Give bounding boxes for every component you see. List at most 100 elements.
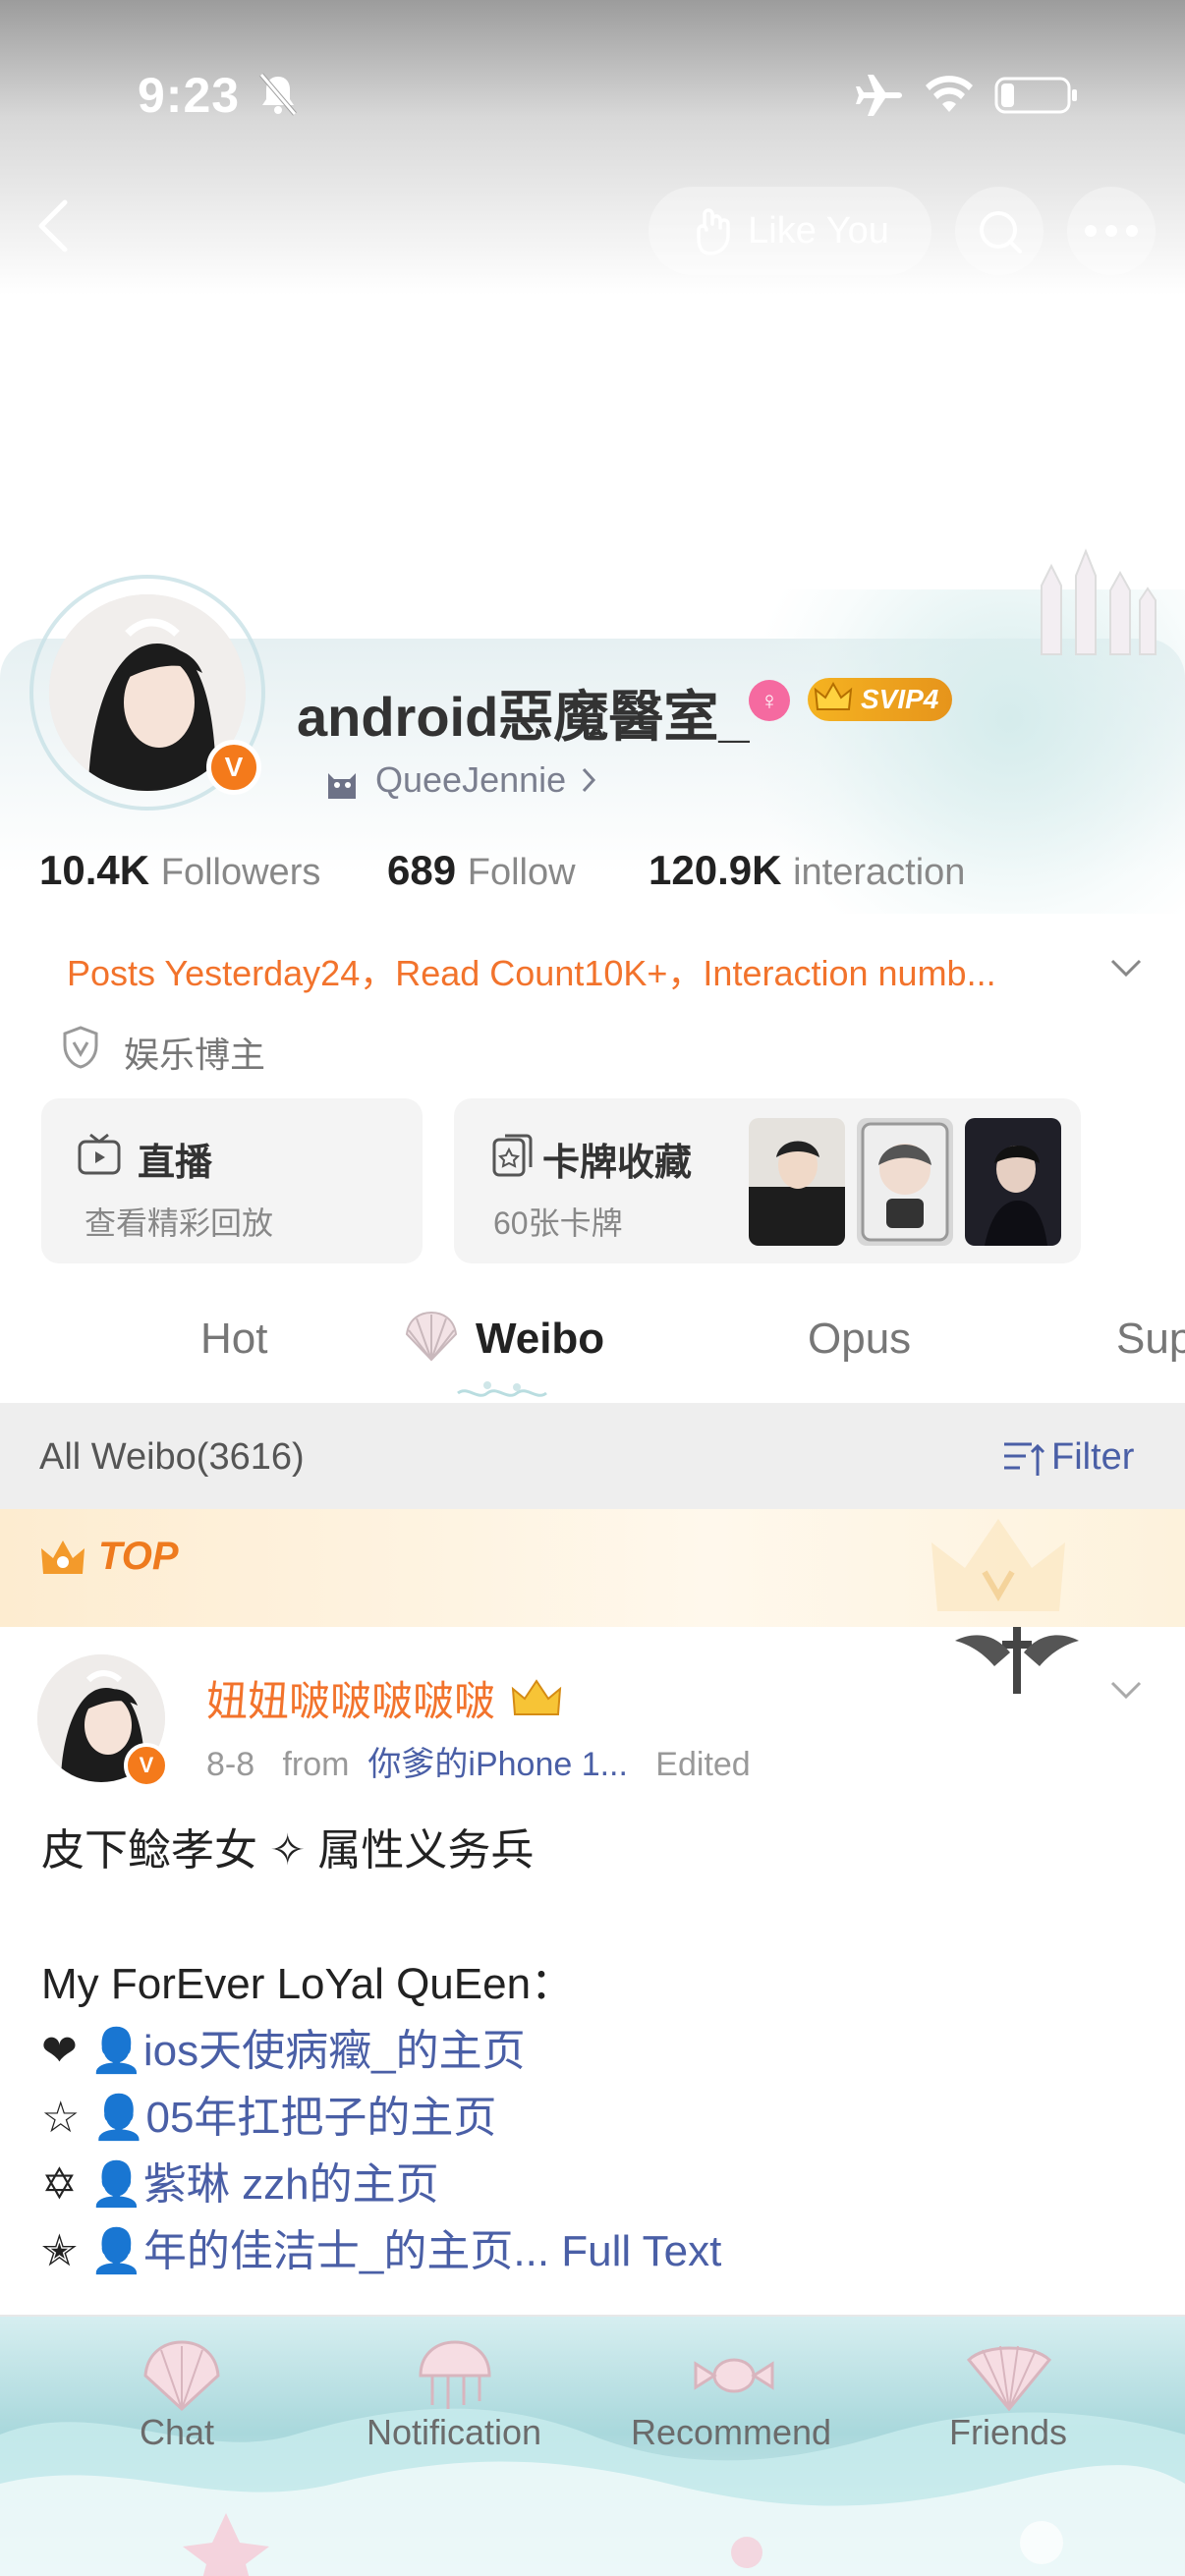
mention-bullet: ✡ bbox=[41, 2160, 78, 2209]
tab-super-topic[interactable]: Sup bbox=[1116, 1315, 1185, 1364]
category-label: 娱乐博主 bbox=[124, 1035, 266, 1075]
post-verified-badge: V bbox=[124, 1743, 169, 1788]
post-menu-chevron-icon[interactable] bbox=[1106, 1670, 1146, 1709]
mention-row: ✭ 👤年的佳洁士_的主页... Full Text bbox=[41, 2218, 1161, 2285]
card-collection-icon bbox=[492, 1134, 533, 1177]
filter-label: Filter bbox=[1051, 1436, 1135, 1478]
nav-chat[interactable]: Chat bbox=[49, 2412, 305, 2453]
followers-count: 10.4K bbox=[39, 847, 150, 893]
post-body[interactable]: 皮下鲶孝女 ✧ 属性义务兵 My ForEver LoYal QuEen： ❤ … bbox=[41, 1818, 1161, 2285]
full-text-link[interactable]: Full Text bbox=[561, 2227, 721, 2275]
card-thumbnail[interactable] bbox=[965, 1118, 1061, 1246]
card-thumbnail[interactable] bbox=[857, 1118, 953, 1246]
crown-watermark-icon bbox=[931, 1519, 1065, 1611]
search-button[interactable] bbox=[955, 187, 1044, 275]
post-from: from bbox=[282, 1746, 350, 1783]
all-weibo-count: All Weibo(3616) bbox=[39, 1436, 305, 1478]
status-time: 9:23 bbox=[138, 68, 241, 123]
post-author-name: 妞妞啵啵啵啵啵 bbox=[206, 1678, 496, 1724]
filter-button[interactable]: Filter bbox=[1002, 1436, 1134, 1479]
nav-notification[interactable]: Notification bbox=[326, 2412, 582, 2453]
tv-icon bbox=[78, 1133, 121, 1175]
chevron-down-icon[interactable] bbox=[1106, 948, 1146, 987]
followers-stat[interactable]: 10.4K Followers bbox=[39, 847, 320, 894]
like-you-label: Like You bbox=[748, 209, 889, 252]
author-crown-icon bbox=[511, 1678, 562, 1715]
card-thumbnail-image bbox=[749, 1118, 845, 1246]
crystal-decoration-icon bbox=[1041, 548, 1157, 655]
mention-link[interactable]: 👤年的佳洁士_的主页... bbox=[89, 2227, 549, 2275]
mention-bullet: ❤ bbox=[41, 2027, 78, 2075]
card-thumbnail[interactable] bbox=[749, 1118, 845, 1246]
mention-link[interactable]: 👤ios天使病癥_的主页 bbox=[89, 2027, 526, 2075]
mention-text: ios天使病癥_的主页 bbox=[142, 2027, 526, 2075]
filter-icon bbox=[1004, 1442, 1045, 1476]
followers-label: Followers bbox=[160, 852, 321, 893]
notification-jellyfish-icon bbox=[419, 2340, 491, 2409]
heart-hand-icon bbox=[697, 208, 730, 255]
verified-badge: V bbox=[206, 740, 261, 795]
interaction-label: interaction bbox=[793, 852, 966, 893]
interaction-stat[interactable]: 120.9K interaction bbox=[649, 847, 965, 894]
more-dots-icon bbox=[1085, 225, 1138, 237]
interaction-count: 120.9K bbox=[649, 847, 782, 893]
live-card-subtitle: 查看精彩回放 bbox=[85, 1205, 274, 1241]
chevron-left-icon bbox=[38, 199, 68, 252]
tab-weibo[interactable]: Weibo bbox=[476, 1315, 604, 1364]
shell-icon bbox=[405, 1311, 458, 1362]
cross-wings-decoration-icon bbox=[955, 1627, 1079, 1694]
svip-label: SVIP4 bbox=[861, 684, 939, 714]
follow-count: 689 bbox=[387, 847, 457, 893]
wifi-icon bbox=[926, 76, 973, 112]
post-edited: Edited bbox=[655, 1746, 751, 1783]
battery-icon bbox=[994, 77, 1077, 114]
post-author-row[interactable]: 妞妞啵啵啵啵啵 bbox=[206, 1668, 564, 1728]
tab-hot[interactable]: Hot bbox=[200, 1315, 267, 1364]
like-you-button[interactable]: Like You bbox=[649, 187, 931, 275]
post-date: 8-8 bbox=[206, 1746, 255, 1783]
card-thumbnail-image bbox=[965, 1118, 1061, 1246]
card-collection-subtitle: 60张卡牌 bbox=[493, 1205, 623, 1241]
live-card[interactable]: 直播 查看精彩回放 bbox=[41, 1098, 423, 1263]
silent-bell-icon bbox=[259, 73, 297, 116]
profile-avatar[interactable]: V bbox=[29, 575, 265, 811]
mention-text: 05年扛把子的主页 bbox=[145, 2094, 497, 2142]
mention-row: ✡ 👤紫琳 zzh的主页 bbox=[41, 2152, 1161, 2218]
follow-label: Follow bbox=[467, 852, 576, 893]
mention-row: ❤ 👤ios天使病癥_的主页 bbox=[41, 2018, 1161, 2085]
top-label: TOP bbox=[98, 1535, 179, 1578]
mention-text: 年的佳洁士_的主页... bbox=[142, 2227, 550, 2275]
sub-account-link[interactable]: QueeJennie bbox=[322, 759, 597, 801]
nav-friends[interactable]: Friends bbox=[880, 2412, 1136, 2453]
follow-stat[interactable]: 689 Follow bbox=[387, 847, 576, 894]
profile-username: android惡魔醫室_ bbox=[297, 686, 750, 748]
mention-text: 紫琳 zzh的主页 bbox=[142, 2160, 439, 2209]
chat-shell-icon bbox=[143, 2340, 220, 2412]
post-source[interactable]: 你爹的iPhone 1... bbox=[367, 1746, 628, 1783]
back-button[interactable] bbox=[33, 196, 83, 265]
post-line: 皮下鲶孝女 ✧ 属性义务兵 bbox=[41, 1826, 535, 1875]
sub-link-label: QueeJennie bbox=[375, 759, 567, 800]
airplane-icon bbox=[856, 75, 902, 116]
post-meta: 8-8 from 你爹的iPhone 1... Edited bbox=[206, 1737, 751, 1785]
tab-indicator-decoration bbox=[457, 1381, 547, 1397]
crown-icon bbox=[814, 681, 853, 710]
chevron-right-icon bbox=[583, 767, 596, 793]
top-crown-icon bbox=[41, 1540, 85, 1574]
profile-summary[interactable]: Posts Yesterday24，Read Count10K+，Interac… bbox=[67, 945, 996, 996]
cat-icon bbox=[328, 773, 356, 799]
shield-v-icon bbox=[63, 1026, 98, 1069]
svip-badge[interactable]: SVIP4 bbox=[808, 678, 953, 721]
mention-bullet: ☆ bbox=[41, 2094, 81, 2142]
live-card-title: 直播 bbox=[138, 1143, 213, 1184]
mention-bullet: ✭ bbox=[41, 2227, 78, 2275]
more-button[interactable] bbox=[1067, 187, 1156, 275]
mention-link[interactable]: 👤05年扛把子的主页 bbox=[92, 2094, 497, 2142]
card-thumbnail-image bbox=[857, 1118, 953, 1246]
mention-link[interactable]: 👤紫琳 zzh的主页 bbox=[89, 2160, 439, 2209]
card-collection-title: 卡牌收藏 bbox=[542, 1143, 693, 1184]
friends-fan-shell-icon bbox=[966, 2345, 1052, 2412]
tab-opus[interactable]: Opus bbox=[808, 1315, 911, 1364]
nav-recommend[interactable]: Recommend bbox=[603, 2412, 859, 2453]
